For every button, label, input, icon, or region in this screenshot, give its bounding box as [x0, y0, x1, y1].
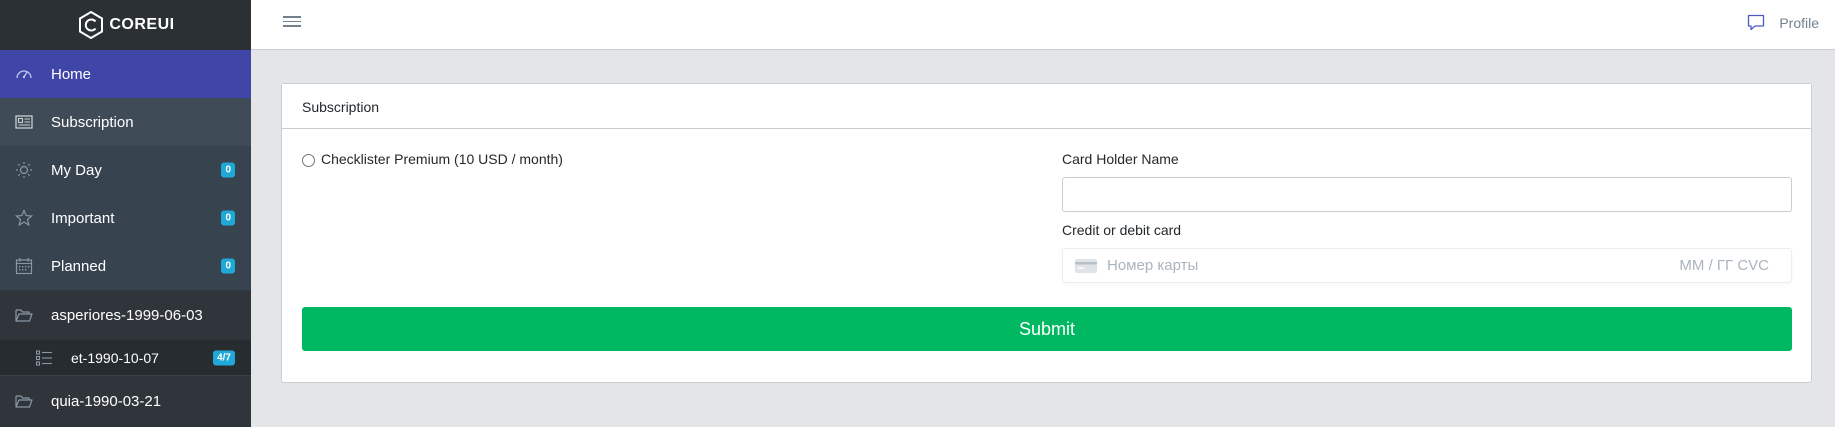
newspaper-icon	[14, 112, 34, 132]
brand[interactable]: COREUI	[0, 0, 251, 50]
sidebar-item-label: My Day	[51, 161, 102, 179]
profile-menu[interactable]: Profile	[1747, 14, 1819, 31]
sidebar-item-label: Subscription	[51, 113, 134, 131]
profile-label[interactable]: Profile	[1779, 15, 1819, 31]
coreui-logo-icon	[79, 10, 104, 40]
count-badge: 0	[221, 258, 235, 274]
count-badge: 0	[221, 210, 235, 226]
sidebar-item-home[interactable]: Home	[0, 50, 251, 98]
plan-option[interactable]: Checklister Premium (10 USD / month)	[302, 151, 563, 167]
sidebar-item-planned[interactable]: Planned 0	[0, 242, 251, 290]
sidebar-item-subscription[interactable]: Subscription	[0, 98, 251, 146]
submit-button[interactable]: Submit	[302, 307, 1792, 351]
sidebar-item-label: Planned	[51, 257, 107, 275]
calendar-icon	[14, 256, 34, 276]
coreui-logo: COREUI	[76, 10, 174, 40]
subscription-card: Subscription Checklister Premium (10 USD…	[281, 83, 1812, 383]
plan-radio[interactable]	[302, 153, 315, 167]
list-icon	[36, 349, 52, 366]
card-label: Credit or debit card	[1062, 222, 1182, 238]
chat-icon[interactable]	[1747, 14, 1765, 31]
brand-name: COREUI	[109, 16, 175, 33]
sidebar: COREUI Home Subscription My Day 0 Import…	[0, 0, 251, 427]
card-body: Checklister Premium (10 USD / month) Car…	[282, 129, 1811, 351]
app-header: Profile	[251, 0, 1835, 50]
credit-card-icon	[1075, 258, 1097, 273]
card-title: Subscription	[282, 84, 1811, 129]
sidebar-list-label: et-1990-10-07	[71, 349, 159, 366]
card-holder-label: Card Holder Name	[1062, 151, 1179, 167]
sidebar-item-important[interactable]: Important 0	[0, 194, 251, 242]
sidebar-folder-asperiores[interactable]: asperiores-1999-06-03	[0, 290, 251, 340]
sidebar-folder-label: asperiores-1999-06-03	[51, 306, 203, 324]
sidebar-item-label: Important	[51, 209, 115, 227]
payment-form: Card Holder Name Credit or debit card Но…	[1062, 151, 1793, 283]
card-number-placeholder: Номер карты	[1107, 257, 1199, 274]
plan-label: Checklister Premium (10 USD / month)	[321, 151, 563, 167]
progress-badge: 4/7	[213, 350, 235, 365]
speedometer-icon	[14, 64, 34, 84]
sidebar-item-my-day[interactable]: My Day 0	[0, 146, 251, 194]
sidebar-folder-quia[interactable]: quia-1990-03-21	[0, 376, 251, 426]
folder-open-icon	[14, 305, 34, 325]
card-expiry-cvc-placeholder: ММ / ГГ CVC	[1679, 257, 1769, 274]
folder-open-icon	[14, 391, 34, 411]
sidebar-toggle-button[interactable]	[283, 13, 301, 31]
sidebar-folder-label: quia-1990-03-21	[51, 392, 162, 410]
sun-icon	[14, 160, 34, 180]
sidebar-item-label: Home	[51, 65, 92, 83]
card-number-field[interactable]: Номер карты ММ / ГГ CVC	[1062, 248, 1792, 283]
sidebar-list-et[interactable]: et-1990-10-07 4/7	[0, 340, 251, 376]
card-holder-input[interactable]	[1062, 177, 1792, 212]
star-icon	[14, 208, 34, 228]
count-badge: 0	[221, 162, 235, 178]
